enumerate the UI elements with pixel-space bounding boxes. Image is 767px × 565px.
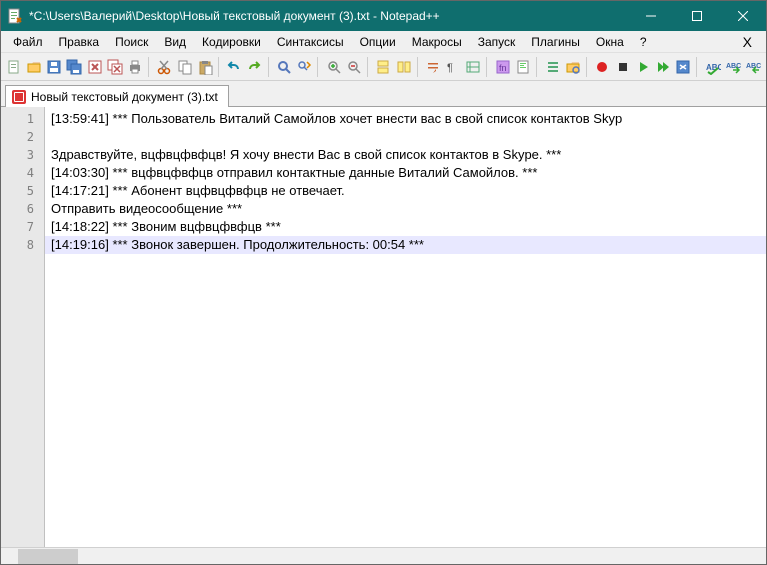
horizontal-scrollbar[interactable] — [1, 547, 766, 564]
func-list-icon[interactable] — [544, 56, 562, 78]
sync-h-icon[interactable] — [395, 56, 413, 78]
record-icon[interactable] — [593, 56, 611, 78]
menu-view[interactable]: Вид — [156, 33, 194, 51]
play-multi-icon[interactable] — [654, 56, 672, 78]
scrollbar-thumb[interactable] — [18, 549, 78, 564]
line-number: 6 — [1, 200, 44, 218]
menu-language[interactable]: Синтаксисы — [269, 33, 352, 51]
indent-guide-icon[interactable] — [464, 56, 482, 78]
play-icon[interactable] — [634, 56, 652, 78]
wrap-icon[interactable] — [424, 56, 442, 78]
code-line[interactable]: [14:19:16] *** Звонок завершен. Продолжи… — [45, 236, 766, 254]
titlebar: *C:\Users\Валерий\Desktop\Новый текстовы… — [1, 1, 766, 31]
zoom-in-icon[interactable] — [325, 56, 343, 78]
menu-help[interactable]: ? — [632, 33, 655, 51]
undo-icon[interactable] — [225, 56, 243, 78]
code-line[interactable]: [14:18:22] *** Звоним вцфвцфвфцв *** — [45, 218, 766, 236]
save-icon[interactable] — [45, 56, 63, 78]
spell-prev-icon[interactable]: ABC — [744, 56, 762, 78]
menu-run[interactable]: Запуск — [470, 33, 524, 51]
paste-icon[interactable] — [196, 56, 214, 78]
window-controls — [628, 1, 766, 31]
spell-next-icon[interactable]: ABC — [724, 56, 742, 78]
save-macro-icon[interactable] — [674, 56, 692, 78]
stop-icon[interactable] — [613, 56, 631, 78]
doc-map-icon[interactable] — [514, 56, 532, 78]
save-all-icon[interactable] — [65, 56, 83, 78]
line-number: 2 — [1, 128, 44, 146]
code-line[interactable] — [45, 128, 766, 146]
minimize-button[interactable] — [628, 1, 674, 31]
close-icon[interactable] — [86, 56, 104, 78]
replace-icon[interactable] — [295, 56, 313, 78]
menu-window[interactable]: Окна — [588, 33, 632, 51]
code-line[interactable]: [14:17:21] *** Абонент вцфвцфвфцв не отв… — [45, 182, 766, 200]
menu-file[interactable]: Файл — [5, 33, 51, 51]
redo-icon[interactable] — [245, 56, 263, 78]
menu-macro[interactable]: Макросы — [404, 33, 470, 51]
line-number: 3 — [1, 146, 44, 164]
cut-icon[interactable] — [155, 56, 173, 78]
code-line[interactable]: Отправить видеосообщение *** — [45, 200, 766, 218]
menu-edit[interactable]: Правка — [51, 33, 108, 51]
line-number: 7 — [1, 218, 44, 236]
svg-text:¶: ¶ — [447, 62, 453, 74]
line-number: 1 — [1, 110, 44, 128]
zoom-out-icon[interactable] — [345, 56, 363, 78]
maximize-button[interactable] — [674, 1, 720, 31]
menu-extra-x[interactable]: X — [733, 32, 762, 52]
new-file-icon[interactable] — [5, 56, 23, 78]
line-number: 8 — [1, 236, 44, 254]
close-button[interactable] — [720, 1, 766, 31]
editor-area: 12345678 [13:59:41] *** Пользователь Вит… — [1, 107, 766, 547]
sync-v-icon[interactable] — [374, 56, 392, 78]
copy-icon[interactable] — [176, 56, 194, 78]
find-icon[interactable] — [275, 56, 293, 78]
svg-text:fn: fn — [499, 63, 507, 73]
folder-icon[interactable] — [564, 56, 582, 78]
print-icon[interactable] — [126, 56, 144, 78]
file-tab[interactable]: Новый текстовый документ (3).txt — [5, 85, 229, 107]
app-icon — [7, 8, 23, 24]
menu-encoding[interactable]: Кодировки — [194, 33, 269, 51]
code-line[interactable]: [13:59:41] *** Пользователь Виталий Само… — [45, 110, 766, 128]
tab-label: Новый текстовый документ (3).txt — [31, 90, 218, 104]
lang-icon[interactable]: fn — [494, 56, 512, 78]
toolbar: ¶fnABCABCABC — [1, 53, 766, 81]
code-line[interactable]: Здравствуйте, вцфвцфвфцв! Я хочу внести … — [45, 146, 766, 164]
all-chars-icon[interactable]: ¶ — [444, 56, 462, 78]
close-all-icon[interactable] — [106, 56, 124, 78]
open-file-icon[interactable] — [25, 56, 43, 78]
menubar: Файл Правка Поиск Вид Кодировки Синтакси… — [1, 31, 766, 53]
line-number: 5 — [1, 182, 44, 200]
menu-settings[interactable]: Опции — [352, 33, 404, 51]
line-number-gutter: 12345678 — [1, 107, 45, 547]
code-area[interactable]: [13:59:41] *** Пользователь Виталий Само… — [45, 107, 766, 547]
menu-search[interactable]: Поиск — [107, 33, 156, 51]
tab-dirty-icon — [12, 90, 26, 104]
window-title: *C:\Users\Валерий\Desktop\Новый текстовы… — [29, 9, 628, 23]
code-line[interactable]: [14:03:30] *** вцфвцфвфцв отправил конта… — [45, 164, 766, 182]
line-number: 4 — [1, 164, 44, 182]
tabbar: Новый текстовый документ (3).txt — [1, 81, 766, 107]
spell-icon[interactable]: ABC — [703, 56, 721, 78]
menu-plugins[interactable]: Плагины — [523, 33, 588, 51]
